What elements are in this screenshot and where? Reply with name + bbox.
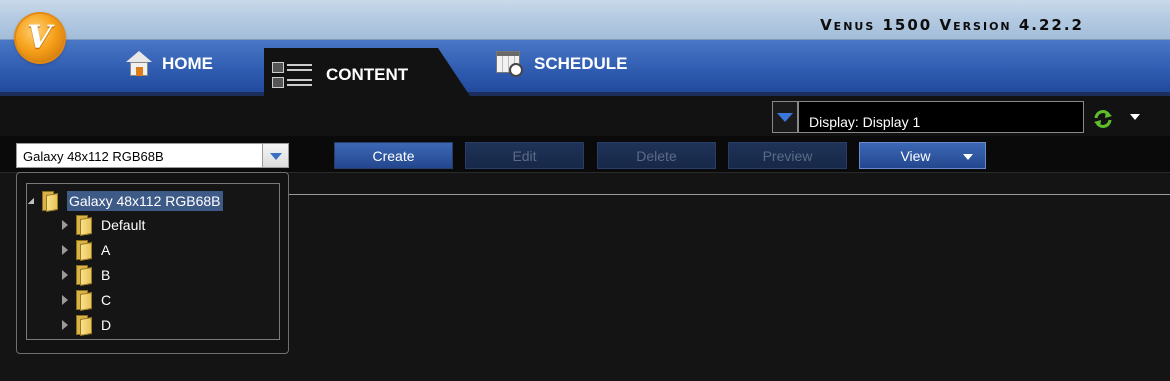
tree-item-label: B [101, 267, 111, 283]
app-window: Venus 1500 Version 4.22.2 V HOME CONTENT… [0, 0, 1170, 381]
edit-button-label: Edit [512, 147, 537, 164]
tree-item-label: Default [101, 217, 146, 233]
venus-logo-icon[interactable]: V [16, 14, 64, 62]
create-button[interactable]: Create [334, 142, 453, 169]
folder-icon [76, 290, 93, 312]
tree-item-label: D [101, 317, 112, 333]
nav-bar: HOME CONTENT SCHEDULE [0, 40, 1170, 96]
preview-button[interactable]: Preview [728, 142, 847, 169]
expanded-arrow-icon[interactable] [28, 198, 34, 204]
content-icon [272, 60, 312, 90]
tree-item-a[interactable]: A [62, 239, 111, 262]
chevron-down-icon [270, 153, 282, 160]
create-button-label: Create [372, 147, 415, 164]
tab-content[interactable]: CONTENT [264, 48, 470, 96]
sign-selector-value: Galaxy 48x112 RGB68B [23, 149, 164, 164]
tree-item-b[interactable]: B [62, 264, 111, 287]
schedule-icon [496, 51, 524, 77]
app-title: Venus 1500 Version 4.22.2 [820, 16, 1084, 34]
folder-icon [76, 315, 93, 337]
options-menu-caret-icon[interactable] [1130, 114, 1140, 120]
display-value: Display: Display 1 [809, 114, 921, 130]
tree-item-label: A [101, 242, 111, 258]
tab-home-label: HOME [162, 54, 213, 73]
tree-item-d[interactable]: D [62, 314, 112, 337]
display-bar: Display: Display 1 [0, 96, 1170, 136]
tree-item-default[interactable]: Default [62, 214, 146, 237]
tab-schedule-label: SCHEDULE [534, 54, 628, 73]
chevron-down-icon [777, 113, 793, 122]
tab-home[interactable]: HOME [126, 36, 213, 92]
folder-icon [76, 265, 93, 287]
home-icon [126, 51, 152, 77]
folder-icon [76, 215, 93, 237]
tree-item-c[interactable]: C [62, 289, 112, 312]
view-button[interactable]: View [859, 142, 986, 169]
title-bar: Venus 1500 Version 4.22.2 [0, 0, 1170, 40]
view-button-label: View [900, 147, 931, 164]
collapsed-arrow-icon[interactable] [62, 320, 68, 330]
delete-button[interactable]: Delete [597, 142, 716, 169]
delete-button-label: Delete [636, 147, 677, 164]
tab-content-label: CONTENT [326, 65, 409, 84]
tab-schedule[interactable]: SCHEDULE [496, 36, 628, 92]
folder-open-icon [42, 191, 59, 213]
display-select[interactable]: Display: Display 1 [798, 101, 1084, 133]
display-dropdown-button[interactable] [772, 101, 798, 133]
refresh-icon[interactable] [1092, 108, 1114, 130]
collapsed-arrow-icon[interactable] [62, 245, 68, 255]
content-divider [288, 194, 1170, 195]
edit-button[interactable]: Edit [465, 142, 584, 169]
folder-icon [76, 240, 93, 262]
sign-selector-dropdown-button[interactable] [262, 144, 288, 167]
tree-root-node[interactable]: Galaxy 48x112 RGB68B [28, 190, 223, 213]
collapsed-arrow-icon[interactable] [62, 295, 68, 305]
tree-root-label: Galaxy 48x112 RGB68B [67, 191, 223, 211]
logo-letter: V [27, 18, 52, 56]
chevron-down-icon [963, 154, 973, 160]
collapsed-arrow-icon[interactable] [62, 220, 68, 230]
sign-selector[interactable]: Galaxy 48x112 RGB68B [16, 143, 289, 168]
tree-item-label: C [101, 292, 112, 308]
collapsed-arrow-icon[interactable] [62, 270, 68, 280]
content-toolbar: Galaxy 48x112 RGB68B Create Edit Delete … [0, 136, 1170, 172]
preview-button-label: Preview [762, 147, 813, 164]
